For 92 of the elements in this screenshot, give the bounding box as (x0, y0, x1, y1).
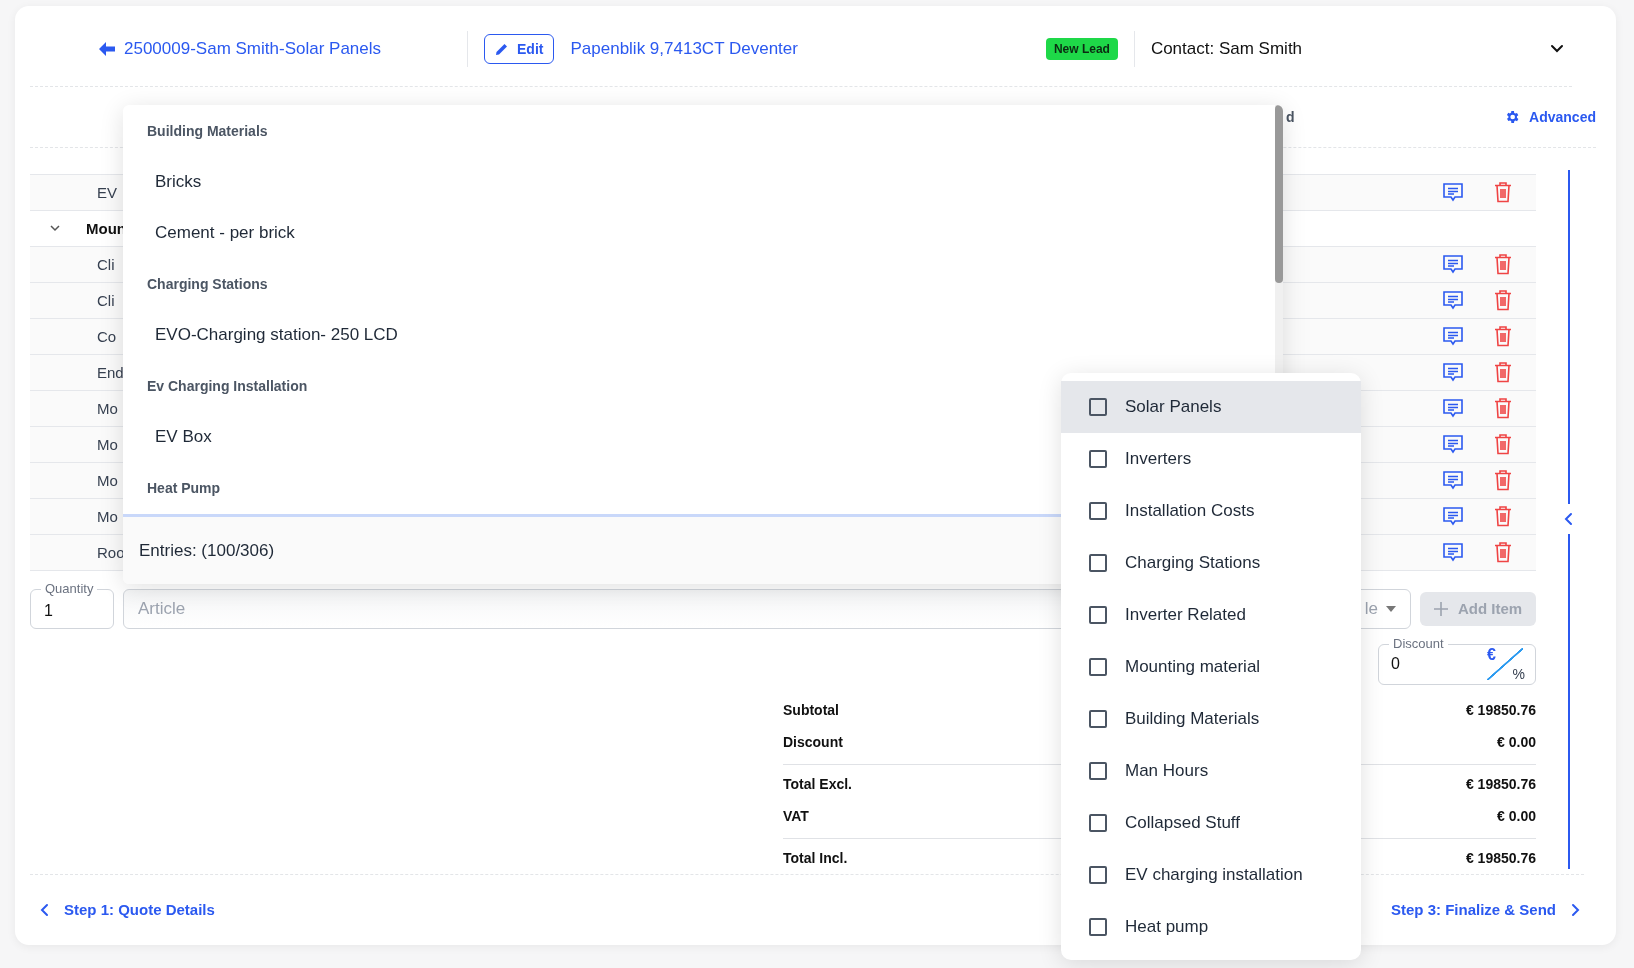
comment-icon[interactable] (1442, 505, 1464, 528)
status-badge: New Lead (1045, 37, 1118, 60)
comment-icon[interactable] (1442, 433, 1464, 456)
article-name: Co (97, 327, 117, 345)
category-option[interactable]: Installation Costs (1061, 485, 1361, 537)
category-option[interactable]: Solar Panels (1061, 381, 1361, 433)
contact-name: Contact: Sam Smith (1150, 38, 1303, 59)
group-heading: Building Materials (147, 121, 268, 141)
article-name: Cli (97, 291, 115, 309)
checkbox[interactable] (1089, 398, 1107, 416)
comment-icon[interactable] (1442, 181, 1464, 204)
entries-count: Entries: (100/306) (139, 540, 275, 561)
total-value: € 0.00 (1497, 733, 1536, 750)
group-heading: Heat Pump (147, 478, 221, 498)
article-name: Cli (97, 255, 115, 273)
back-link[interactable]: 2500009-Sam Smith-Solar Panels (98, 38, 382, 59)
trash-icon[interactable] (1494, 541, 1512, 564)
edit-button[interactable]: Edit (484, 33, 555, 64)
category-option[interactable]: Mounting material (1061, 641, 1361, 693)
total-label: Discount (783, 733, 843, 750)
settings-icon (1504, 108, 1521, 125)
checkbox[interactable] (1089, 450, 1107, 468)
total-label: VAT (783, 807, 809, 824)
trash-icon[interactable] (1494, 469, 1512, 492)
article-name: EV (97, 183, 117, 201)
total-label: Subtotal (783, 701, 839, 718)
next-step-link[interactable]: Step 3: Finalize & Send (1390, 901, 1580, 919)
article-option[interactable]: EVO-Charging station- 250 LCD (147, 309, 398, 360)
address-link[interactable]: Papenblik 9,7413CT Deventer (570, 38, 798, 59)
category-option[interactable]: Charging Stations (1061, 537, 1361, 589)
trash-icon[interactable] (1494, 253, 1512, 276)
article-name: Mo (97, 471, 118, 489)
advanced-link[interactable]: Advanced (1504, 108, 1596, 125)
trash-icon[interactable] (1494, 505, 1512, 528)
category-option[interactable]: Heat pump (1061, 901, 1361, 953)
field-value[interactable]: 1 (44, 601, 53, 619)
trash-icon[interactable] (1494, 289, 1512, 312)
comment-icon[interactable] (1442, 289, 1464, 312)
article-name: End (97, 363, 124, 381)
total-value: € 0.00 (1497, 807, 1536, 824)
field-value[interactable]: 0 (1391, 655, 1451, 674)
checkbox[interactable] (1089, 710, 1107, 728)
comment-icon[interactable] (1442, 469, 1464, 492)
article-option[interactable]: Cement - per brick (147, 207, 295, 258)
article-name: Mo (97, 507, 118, 525)
chevron-left-icon[interactable] (1563, 512, 1575, 527)
comment-icon[interactable] (1442, 397, 1464, 420)
group-heading: Charging Stations (147, 274, 268, 294)
checkbox[interactable] (1089, 814, 1107, 832)
article-option[interactable]: EV Box (147, 411, 212, 462)
caret-down-icon (1386, 605, 1396, 612)
category-option[interactable]: Collapsed Stuff (1061, 797, 1361, 849)
total-label: Total Incl. (783, 849, 848, 866)
previous-step-link[interactable]: Step 1: Quote Details (40, 901, 215, 919)
trash-icon[interactable] (1494, 361, 1512, 384)
pencil-icon (495, 41, 510, 56)
checkbox[interactable] (1089, 762, 1107, 780)
comment-icon[interactable] (1442, 253, 1464, 276)
trash-icon[interactable] (1494, 181, 1512, 204)
comment-icon[interactable] (1442, 361, 1464, 384)
article-name: Roo (97, 543, 125, 561)
comment-icon[interactable] (1442, 325, 1464, 348)
checkbox[interactable] (1089, 502, 1107, 520)
article-name: Mo (97, 435, 118, 453)
plus-icon (1433, 601, 1448, 616)
trash-icon[interactable] (1494, 433, 1512, 456)
trash-icon[interactable] (1494, 325, 1512, 348)
category-option[interactable]: Man Hours (1061, 745, 1361, 797)
column-header: d (1286, 108, 1295, 125)
checkbox[interactable] (1089, 554, 1107, 572)
back-arrow-icon (98, 40, 116, 57)
article-option[interactable]: Bricks (147, 156, 202, 207)
article-name: Mo (97, 399, 118, 417)
total-value: € 19850.76 (1465, 775, 1536, 792)
currency-percent-toggle[interactable]: € % (1487, 648, 1523, 681)
group-heading: Ev Charging Installation (147, 376, 308, 396)
total-value: € 19850.76 (1465, 849, 1536, 866)
chevron-left-icon (40, 902, 50, 917)
total-value: € 19850.76 (1465, 701, 1536, 718)
category-option[interactable]: Inverters (1061, 433, 1361, 485)
chevron-down-icon[interactable] (1550, 43, 1564, 54)
total-label: Total Excl. (783, 775, 852, 792)
chevron-right-icon (1570, 902, 1580, 917)
trash-icon[interactable] (1494, 397, 1512, 420)
checkbox[interactable] (1089, 658, 1107, 676)
chevron-down-icon[interactable] (49, 223, 61, 234)
checkbox[interactable] (1089, 606, 1107, 624)
category-option[interactable]: EV charging installation (1061, 849, 1361, 901)
checkbox[interactable] (1089, 918, 1107, 936)
checkbox[interactable] (1089, 866, 1107, 884)
category-option[interactable]: Building Materials (1061, 693, 1361, 745)
comment-icon[interactable] (1442, 541, 1464, 564)
